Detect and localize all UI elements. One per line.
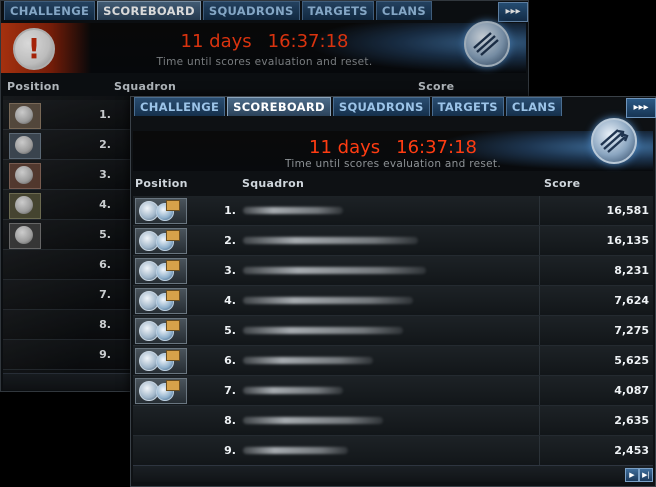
row-position: 8.	[224, 414, 236, 427]
tab-targets[interactable]: TARGETS	[431, 97, 504, 116]
back-tab-bar: CHALLENGE SCOREBOARD SQUADRONS TARGETS C…	[1, 1, 432, 21]
row-position: 4.	[224, 294, 236, 307]
timer-time: 16:37:18	[396, 137, 477, 158]
page-next-icon[interactable]: ▶	[625, 468, 639, 482]
tab-clans[interactable]: CLANS	[505, 97, 562, 116]
table-row[interactable]: 4. 7,624	[133, 286, 653, 316]
squadron-badge	[135, 228, 187, 254]
row-score: 5,625	[614, 354, 649, 367]
tab-bar: CHALLENGE SCOREBOARD SQUADRONS TARGETS C…	[131, 97, 562, 117]
back-tab-targets[interactable]: TARGETS	[301, 1, 374, 20]
squadron-badge	[135, 378, 187, 404]
row-position: 5.	[224, 324, 236, 337]
table-row[interactable]: 6. 5,625	[133, 346, 653, 376]
squadron-name-blurred	[243, 237, 418, 244]
back-tab-squadrons[interactable]: SQUADRONS	[202, 1, 300, 20]
timer-subtitle: Time until scores evaluation and reset.	[285, 158, 501, 170]
pagination-footer: ▶ ▶|	[133, 465, 653, 482]
squadron-name-blurred	[243, 447, 348, 454]
tab-squadrons[interactable]: SQUADRONS	[332, 97, 430, 116]
squadron-name-blurred	[243, 267, 426, 274]
squadron-badge	[135, 258, 187, 284]
page-last-icon[interactable]: ▶|	[639, 468, 653, 482]
table-row[interactable]: 9. 2,453	[133, 436, 653, 466]
row-score: 2,453	[614, 444, 649, 457]
more-tabs-button[interactable]: ▸▸▸	[626, 98, 656, 118]
squadron-badge	[135, 288, 187, 314]
squadron-name-blurred	[243, 417, 383, 424]
clan-flag-icon	[166, 230, 180, 241]
row-score: 8,231	[614, 264, 649, 277]
tab-challenge[interactable]: CHALLENGE	[134, 97, 226, 116]
column-headers: Position Squadron Score	[131, 174, 655, 192]
back-alert-banner: !	[1, 23, 91, 73]
clan-flag-icon	[166, 320, 180, 331]
row-score: 7,275	[614, 324, 649, 337]
back-tab-challenge[interactable]: CHALLENGE	[4, 1, 96, 20]
alert-icon: !	[13, 28, 55, 70]
row-position: 1.	[224, 204, 236, 217]
table-row[interactable]: 5. 7,275	[133, 316, 653, 346]
row-position: 6.	[224, 354, 236, 367]
squadron-name-blurred	[243, 387, 343, 394]
row-score: 7,624	[614, 294, 649, 307]
back-tab-scoreboard[interactable]: SCOREBOARD	[97, 1, 201, 20]
table-row[interactable]: 3. 8,231	[133, 256, 653, 286]
column-squadron: Squadron	[242, 177, 305, 190]
clan-flag-icon	[166, 350, 180, 361]
row-score: 16,135	[606, 234, 649, 247]
clan-flag-icon	[166, 200, 180, 211]
timer-days: 11 days	[309, 137, 381, 158]
back-column-headers: Position Squadron Score	[7, 80, 455, 93]
table-row[interactable]: 7. 4,087	[133, 376, 653, 406]
tab-scoreboard[interactable]: SCOREBOARD	[227, 97, 331, 116]
back-tab-clans[interactable]: CLANS	[375, 1, 432, 20]
row-position: 7.	[224, 384, 236, 397]
squadron-name-blurred	[243, 207, 343, 214]
row-position: 9.	[224, 444, 236, 457]
squadron-badge	[135, 318, 187, 344]
column-position: Position	[135, 177, 188, 190]
clan-flag-icon	[166, 290, 180, 301]
scoreboard-rows: 1. 16,581 2. 16,135 3. 8,231 4. 7,624 5.…	[133, 196, 653, 466]
clan-flag-icon	[166, 380, 180, 391]
squadron-name-blurred	[243, 327, 403, 334]
squadron-badge	[135, 348, 187, 374]
clan-flag-icon	[166, 260, 180, 271]
scoreboard-window: CHALLENGE SCOREBOARD SQUADRONS TARGETS C…	[130, 96, 656, 487]
row-score: 16,581	[606, 204, 649, 217]
table-row[interactable]: 8. 2,635	[133, 406, 653, 436]
row-score: 2,635	[614, 414, 649, 427]
back-more-tabs-button[interactable]: ▸▸▸	[498, 2, 528, 22]
row-position: 2.	[224, 234, 236, 247]
timer: 11 days 16:37:18	[133, 137, 653, 158]
row-score: 4,087	[614, 384, 649, 397]
squadron-name-blurred	[243, 357, 373, 364]
timer-banner: 11 days 16:37:18 Time until scores evalua…	[133, 131, 653, 171]
table-row[interactable]: 2. 16,135	[133, 226, 653, 256]
back-squadron-emblem-icon	[464, 21, 510, 67]
column-score: Score	[544, 177, 581, 190]
table-row[interactable]: 1. 16,581	[133, 196, 653, 226]
row-position: 3.	[224, 264, 236, 277]
squadron-name-blurred	[243, 297, 413, 304]
squadron-emblem-icon	[591, 118, 637, 164]
squadron-badge	[135, 198, 187, 224]
